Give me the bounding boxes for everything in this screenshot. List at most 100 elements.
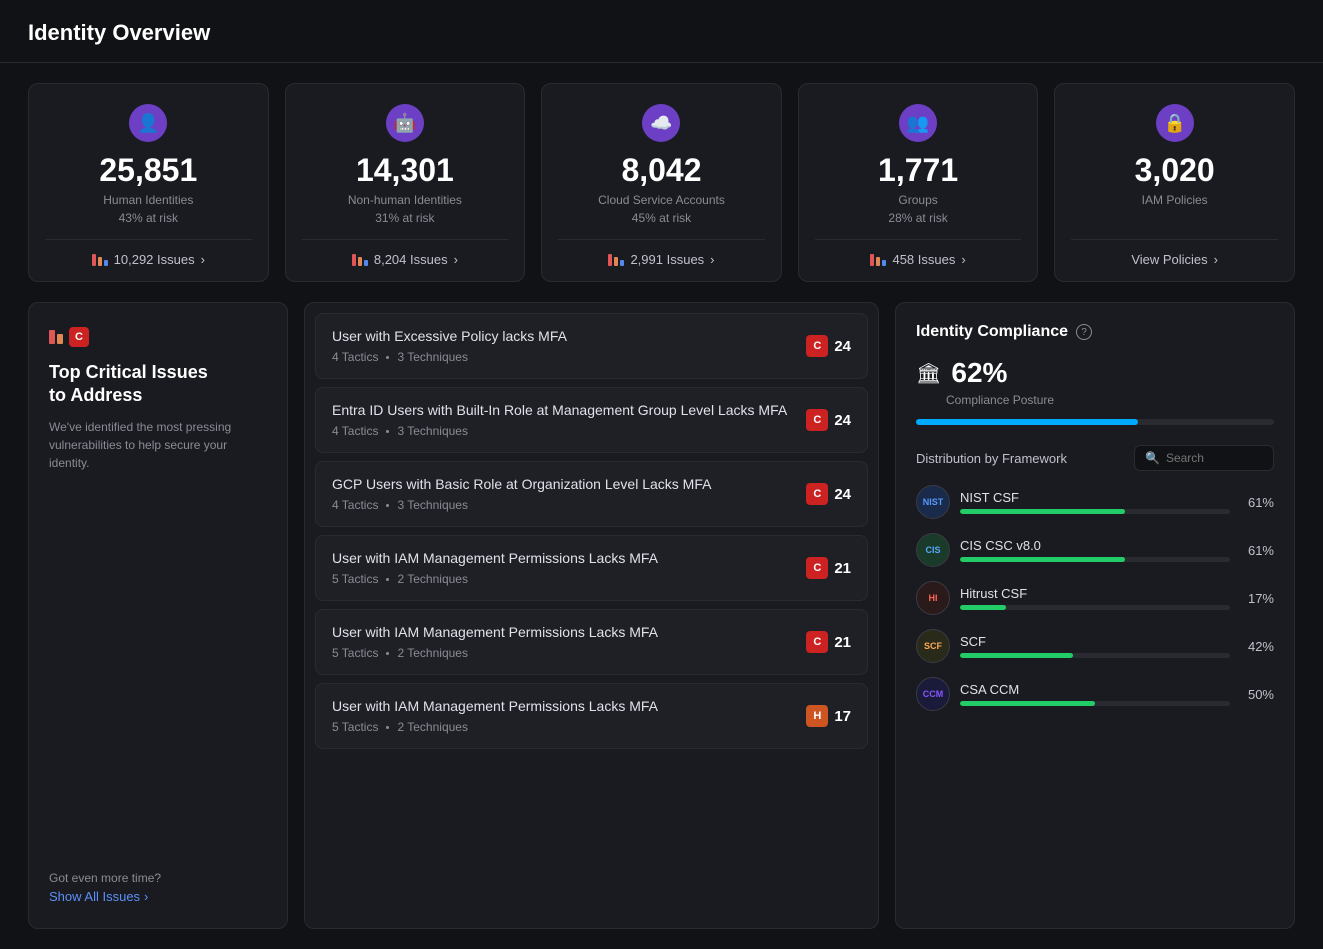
stats-row: 👤 25,851 Human Identities 43% at risk 10… bbox=[0, 63, 1323, 302]
issue-tactics: 5 Tactics bbox=[332, 720, 378, 734]
help-icon[interactable]: ? bbox=[1076, 324, 1092, 340]
issue-count: 21 bbox=[834, 634, 851, 651]
issues-arrow-icon: › bbox=[454, 252, 458, 267]
issue-item[interactable]: User with IAM Management Permissions Lac… bbox=[315, 609, 868, 675]
stat-risk-cloud: 45% at risk bbox=[632, 211, 691, 225]
dot-icon bbox=[386, 356, 389, 359]
stat-divider-groups bbox=[815, 239, 1022, 240]
stat-issues-label-human: 10,292 Issues bbox=[114, 252, 195, 267]
stat-card-non-human[interactable]: 🤖 14,301 Non-human Identities 31% at ris… bbox=[285, 83, 526, 282]
framework-item-scf[interactable]: SCF SCF 42% bbox=[916, 629, 1274, 663]
framework-bar-fill-csa bbox=[960, 701, 1095, 706]
compliance-bar-track bbox=[916, 419, 1274, 425]
issues-arrow-icon: › bbox=[201, 252, 205, 267]
issue-item[interactable]: GCP Users with Basic Role at Organizatio… bbox=[315, 461, 868, 527]
stat-number-iam: 3,020 bbox=[1135, 152, 1215, 189]
stat-issues-groups[interactable]: 458 Issues › bbox=[870, 252, 965, 267]
stat-issues-human[interactable]: 10,292 Issues › bbox=[92, 252, 205, 267]
got-time-text: Got even more time? bbox=[49, 871, 267, 885]
stat-risk-groups: 28% at risk bbox=[888, 211, 947, 225]
issue-title: User with IAM Management Permissions Lac… bbox=[332, 550, 806, 566]
stat-card-cloud[interactable]: ☁️ 8,042 Cloud Service Accounts 45% at r… bbox=[541, 83, 782, 282]
compliance-score: 62% bbox=[951, 357, 1007, 389]
issue-count: 17 bbox=[834, 708, 851, 725]
severity-badge: C bbox=[806, 409, 828, 431]
search-box[interactable]: 🔍 bbox=[1134, 445, 1274, 471]
framework-bar-fill-cis bbox=[960, 557, 1125, 562]
critical-c-badge: C bbox=[69, 327, 89, 347]
framework-pct-hitrust: 17% bbox=[1240, 591, 1274, 606]
compliance-score-row: 🏛 62% bbox=[916, 357, 1274, 389]
issue-badge: H 17 bbox=[806, 705, 851, 727]
issue-tactics: 4 Tactics bbox=[332, 498, 378, 512]
issue-item[interactable]: User with IAM Management Permissions Lac… bbox=[315, 683, 868, 749]
severity-badge: C bbox=[806, 335, 828, 357]
stat-issues-cloud[interactable]: 2,991 Issues › bbox=[608, 252, 714, 267]
bar-red-icon bbox=[49, 330, 55, 344]
dot-icon bbox=[386, 578, 389, 581]
issue-meta: 5 Tactics 2 Techniques bbox=[332, 646, 806, 660]
framework-bar-fill-nist bbox=[960, 509, 1125, 514]
compliance-panel: Identity Compliance ? 🏛 62% Compliance P… bbox=[895, 302, 1295, 929]
bar-orange-icon bbox=[57, 334, 63, 344]
stat-divider-cloud bbox=[558, 239, 765, 240]
stat-card-human[interactable]: 👤 25,851 Human Identities 43% at risk 10… bbox=[28, 83, 269, 282]
issues-bar-icon bbox=[608, 254, 624, 266]
issues-arrow-icon: › bbox=[1214, 252, 1218, 267]
stat-label-human: Human Identities bbox=[103, 193, 193, 207]
stat-divider-human bbox=[45, 239, 252, 240]
page-title: Identity Overview bbox=[28, 20, 1295, 46]
stat-card-groups[interactable]: 👥 1,771 Groups 28% at risk 458 Issues › bbox=[798, 83, 1039, 282]
stat-risk-human: 43% at risk bbox=[119, 211, 178, 225]
building-icon: 🏛 bbox=[916, 361, 941, 386]
issues-bar-icon bbox=[352, 254, 368, 266]
compliance-header: Identity Compliance ? bbox=[916, 323, 1274, 341]
stat-issues-label-groups: 458 Issues bbox=[892, 252, 955, 267]
issue-left: GCP Users with Basic Role at Organizatio… bbox=[332, 476, 806, 512]
stat-issues-non-human[interactable]: 8,204 Issues › bbox=[352, 252, 458, 267]
search-input[interactable] bbox=[1166, 451, 1263, 465]
framework-info-csa: CSA CCM bbox=[960, 682, 1230, 706]
stat-label-iam: IAM Policies bbox=[1142, 193, 1208, 207]
badge-bars-icon bbox=[49, 330, 63, 344]
issue-item[interactable]: Entra ID Users with Built-In Role at Man… bbox=[315, 387, 868, 453]
issue-item[interactable]: User with IAM Management Permissions Lac… bbox=[315, 535, 868, 601]
framework-info-cis: CIS CSC v8.0 bbox=[960, 538, 1230, 562]
framework-pct-nist: 61% bbox=[1240, 495, 1274, 510]
issue-title: User with IAM Management Permissions Lac… bbox=[332, 698, 806, 714]
severity-badge: H bbox=[806, 705, 828, 727]
distribution-header: Distribution by Framework 🔍 bbox=[916, 445, 1274, 471]
framework-bar-track-csa bbox=[960, 701, 1230, 706]
show-all-issues-link[interactable]: Show All Issues › bbox=[49, 889, 267, 904]
issue-title: User with IAM Management Permissions Lac… bbox=[332, 624, 806, 640]
issue-count: 24 bbox=[834, 486, 851, 503]
dot-icon bbox=[386, 504, 389, 507]
issue-tactics: 5 Tactics bbox=[332, 646, 378, 660]
framework-item-nist[interactable]: NIST NIST CSF 61% bbox=[916, 485, 1274, 519]
framework-item-cis[interactable]: CIS CIS CSC v8.0 61% bbox=[916, 533, 1274, 567]
stat-issues-label-iam: View Policies bbox=[1131, 252, 1207, 267]
stat-number-non-human: 14,301 bbox=[356, 152, 454, 189]
bottom-section: Got even more time? Show All Issues › bbox=[49, 857, 267, 904]
framework-name-hitrust: Hitrust CSF bbox=[960, 586, 1230, 601]
framework-logo-nist: NIST bbox=[916, 485, 950, 519]
stat-issues-label-non-human: 8,204 Issues bbox=[374, 252, 448, 267]
issues-bar-icon bbox=[870, 254, 886, 266]
issue-meta: 4 Tactics 3 Techniques bbox=[332, 350, 806, 364]
issue-techniques: 2 Techniques bbox=[397, 720, 468, 734]
framework-pct-cis: 61% bbox=[1240, 543, 1274, 558]
stat-card-iam[interactable]: 🔒 3,020 IAM Policies View Policies › bbox=[1054, 83, 1295, 282]
issue-left: User with IAM Management Permissions Lac… bbox=[332, 698, 806, 734]
framework-logo-scf: SCF bbox=[916, 629, 950, 663]
issue-item[interactable]: User with Excessive Policy lacks MFA 4 T… bbox=[315, 313, 868, 379]
critical-badge: C bbox=[49, 327, 267, 347]
severity-badge: C bbox=[806, 557, 828, 579]
stat-issues-iam[interactable]: View Policies › bbox=[1131, 252, 1218, 267]
issues-bar-icon bbox=[92, 254, 108, 266]
framework-item-hitrust[interactable]: HI Hitrust CSF 17% bbox=[916, 581, 1274, 615]
framework-item-csa[interactable]: CCM CSA CCM 50% bbox=[916, 677, 1274, 711]
issue-techniques: 3 Techniques bbox=[397, 350, 468, 364]
search-icon: 🔍 bbox=[1145, 451, 1160, 465]
stat-label-cloud: Cloud Service Accounts bbox=[598, 193, 725, 207]
issue-left: User with IAM Management Permissions Lac… bbox=[332, 624, 806, 660]
